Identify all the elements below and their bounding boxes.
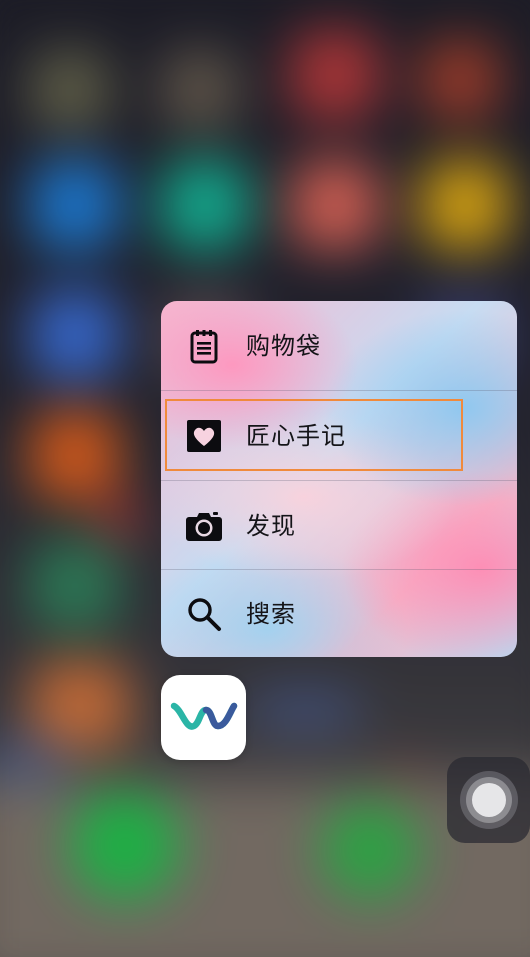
search-icon (185, 595, 223, 633)
selection-highlight-box (165, 399, 463, 471)
shopping-list-icon (185, 327, 223, 365)
app-logo-icon (168, 696, 240, 740)
home-screen: 购物袋 匠心手记 发现 搜索 (0, 0, 530, 957)
quick-action-shopping-bag[interactable]: 购物袋 (161, 301, 517, 390)
assistive-touch-button[interactable] (447, 757, 530, 843)
camera-icon (185, 507, 223, 545)
app-icon[interactable] (161, 675, 246, 760)
quick-action-label: 发现 (246, 511, 296, 540)
assistive-ring-inner (472, 783, 506, 817)
quick-action-label: 搜索 (246, 599, 296, 628)
quick-action-search[interactable]: 搜索 (161, 569, 517, 657)
quick-action-discover[interactable]: 发现 (161, 481, 517, 570)
quick-action-menu: 购物袋 匠心手记 发现 搜索 (161, 301, 517, 657)
quick-action-label: 购物袋 (246, 331, 321, 360)
